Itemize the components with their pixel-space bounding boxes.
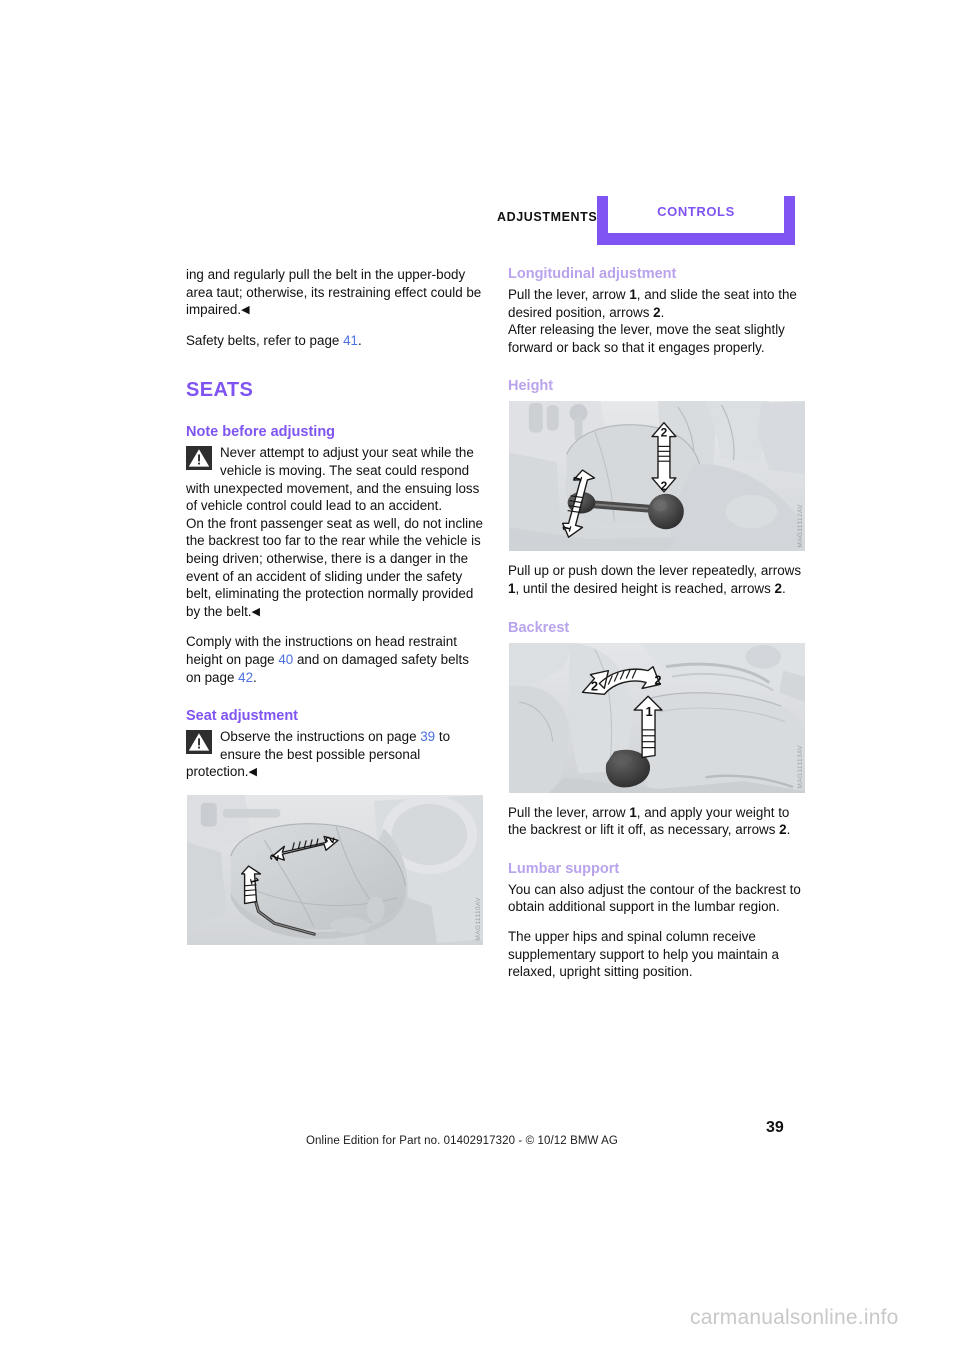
heading-height: Height xyxy=(508,378,554,395)
backrest-text-e: . xyxy=(786,822,791,838)
right-column: Longitudinal adjustment Pull the lever, … xyxy=(508,266,806,993)
warning-seat-adjustment: Observe the instructions on page 39 to e… xyxy=(186,728,484,782)
end-of-warning-mark: ◀ xyxy=(241,304,250,317)
page-title: SEATS xyxy=(186,379,254,402)
heading-note-before-adjusting: Note before adjusting xyxy=(186,424,336,441)
longitudinal-text-2: After releasing the lever, move the seat… xyxy=(508,322,785,355)
height-text-a: Pull up or push down the lever repeatedl… xyxy=(508,563,802,579)
header-accent-bracket: CONTROLS xyxy=(597,196,795,245)
svg-text:1: 1 xyxy=(645,704,652,719)
continued-paragraph-text: ing and regularly pull the belt in the u… xyxy=(186,267,482,318)
lumbar-paragraph-1: You can also adjust the contour of the b… xyxy=(508,881,801,915)
svg-text:2: 2 xyxy=(661,479,668,493)
svg-text:2: 2 xyxy=(591,678,598,693)
page-number: 39 xyxy=(766,1119,784,1136)
height-text-c: , until the desired height is reached, a… xyxy=(515,580,775,596)
longitudinal-text-e: . xyxy=(660,304,665,320)
svg-text:2: 2 xyxy=(661,426,668,440)
figure-seat-height-adjustment: 2 2 1 1 MAG11112AV xyxy=(508,400,806,553)
figure-reference-code: MAG11112AV xyxy=(797,503,804,548)
arrow-ref-2: 2 xyxy=(653,304,661,320)
figure-reference-code: MAG11113AV xyxy=(797,744,804,789)
warning-note-text-1: Never attempt to adjust your seat while … xyxy=(186,445,480,514)
warning-note-text-2: On the front passenger seat as well, do … xyxy=(186,515,484,619)
header-chapter-label: ADJUSTMENTS xyxy=(497,210,598,224)
page-link-39[interactable]: 39 xyxy=(420,729,435,744)
heading-backrest: Backrest xyxy=(508,619,570,636)
running-header: ADJUSTMENTS CONTROLS xyxy=(175,196,795,248)
page-link-41[interactable]: 41 xyxy=(343,333,358,348)
page-link-42[interactable]: 42 xyxy=(238,670,253,685)
end-of-warning-mark-3: ◀ xyxy=(248,766,257,779)
warning-triangle-icon xyxy=(186,730,212,755)
svg-text:2: 2 xyxy=(654,672,661,687)
longitudinal-paragraph-1: Pull the lever, arrow 1, and slide the s… xyxy=(508,286,806,356)
heading-lumbar-support: Lumbar support xyxy=(508,860,620,877)
arrow-ref-2: 2 xyxy=(779,822,787,838)
end-of-warning-mark-2: ◀ xyxy=(251,605,260,618)
figure-seat-longitudinal-adjustment: 1 2 2 MAG11110AV xyxy=(186,793,484,946)
backrest-paragraph: Pull the lever, arrow 1, and apply your … xyxy=(508,804,806,839)
header-section-label: CONTROLS xyxy=(657,204,735,219)
comply-crossref: Comply with the instructions on head res… xyxy=(186,633,484,686)
header-bracket-inner: CONTROLS xyxy=(608,196,784,233)
safety-belts-crossref: Safety belts, refer to page 41. xyxy=(186,332,484,350)
height-paragraph: Pull up or push down the lever repeatedl… xyxy=(508,562,806,597)
safety-belts-crossref-post: . xyxy=(357,332,362,348)
arrow-ref-1: 1 xyxy=(629,287,637,302)
arrow-ref-2: 2 xyxy=(774,580,782,596)
lumbar-paragraph-2: The upper hips and spinal column receive… xyxy=(508,928,779,980)
continued-paragraph: ing and regularly pull the belt in the u… xyxy=(186,266,484,320)
heading-seat-adjustment: Seat adjustment xyxy=(186,708,298,725)
site-watermark: carmanualsonline.info xyxy=(690,1306,899,1329)
backrest-text-a: Pull the lever, arrow xyxy=(508,804,630,820)
warning-triangle-icon xyxy=(186,446,212,471)
warning-note-before-adjusting: Never attempt to adjust your seat while … xyxy=(186,444,484,621)
figure-reference-code: MAG11110AV xyxy=(475,897,482,941)
height-text-e: . xyxy=(781,580,786,596)
left-column: ing and regularly pull the belt in the u… xyxy=(186,266,484,956)
page-link-40[interactable]: 40 xyxy=(278,652,293,667)
edition-footer: Online Edition for Part no. 01402917320 … xyxy=(306,1135,618,1147)
manual-page: ADJUSTMENTS CONTROLS ing and regularly p… xyxy=(0,0,960,1358)
figure-backrest-adjustment: 2 2 1 MAG11113AV xyxy=(508,641,806,794)
longitudinal-text-a: Pull the lever, arrow xyxy=(508,287,630,302)
warning-seat-adjustment-pre: Observe the instructions on page xyxy=(220,729,421,745)
arrow-ref-1: 1 xyxy=(629,804,637,820)
heading-longitudinal-adjustment: Longitudinal adjustment xyxy=(508,266,677,282)
comply-crossref-post: . xyxy=(253,669,257,685)
safety-belts-crossref-pre: Safety belts, refer to page xyxy=(186,332,344,348)
